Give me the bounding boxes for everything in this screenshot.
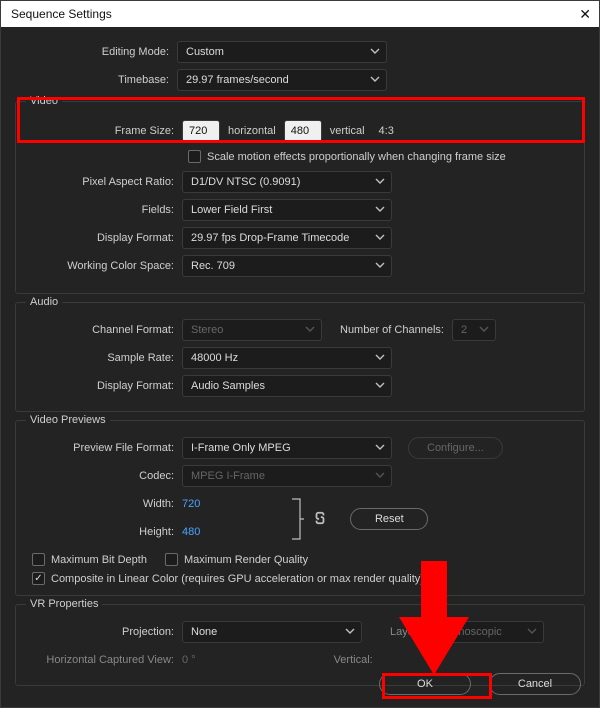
horizontal-label: horizontal: [228, 125, 276, 137]
chevron-down-icon: [375, 352, 385, 362]
preview-width-value[interactable]: 720: [182, 498, 200, 510]
aspect-ratio-label: 4:3: [379, 125, 394, 137]
hcv-value: 0 °: [182, 654, 196, 666]
preview-file-format-select[interactable]: I-Frame Only MPEG: [182, 437, 392, 459]
frame-height-input[interactable]: 480: [284, 120, 322, 142]
codec-select: MPEG I-Frame: [182, 465, 392, 487]
pixel-aspect-select[interactable]: D1/DV NTSC (0.9091): [182, 171, 392, 193]
audio-display-format-select[interactable]: Audio Samples: [182, 375, 392, 397]
configure-button: Configure...: [408, 437, 503, 459]
bracket-icon: [290, 497, 304, 541]
color-space-select[interactable]: Rec. 709: [182, 255, 392, 277]
fields-label: Fields:: [20, 204, 182, 216]
chevron-down-icon: [527, 626, 537, 636]
scale-motion-checkbox[interactable]: [188, 150, 201, 163]
vr-vertical-label: Vertical:: [334, 654, 373, 666]
vr-legend: VR Properties: [26, 598, 102, 610]
editing-mode-select[interactable]: Custom: [177, 41, 387, 63]
chevron-down-icon: [375, 380, 385, 390]
composite-linear-label: Composite in Linear Color (requires GPU …: [51, 573, 424, 585]
video-group: Video Frame Size: 720 horizontal 480 ver…: [15, 101, 585, 294]
max-render-quality-checkbox[interactable]: [165, 553, 178, 566]
audio-group: Audio Channel Format: Stereo Number of C…: [15, 302, 585, 412]
frame-size-label: Frame Size:: [20, 125, 182, 137]
close-icon[interactable]: ✕: [579, 6, 591, 23]
channel-format-label: Channel Format:: [20, 324, 182, 336]
dialog-footer: OK Cancel: [379, 673, 581, 695]
codec-label: Codec:: [20, 470, 182, 482]
chevron-down-icon: [375, 176, 385, 186]
video-display-format-label: Display Format:: [20, 232, 182, 244]
ok-button[interactable]: OK: [379, 673, 471, 695]
scale-motion-label: Scale motion effects proportionally when…: [207, 151, 506, 163]
max-bit-depth-label: Maximum Bit Depth: [51, 554, 147, 566]
layout-label: Layout:: [390, 626, 426, 638]
preview-width-label: Width:: [20, 498, 182, 510]
previews-legend: Video Previews: [26, 414, 110, 426]
chevron-down-icon: [375, 260, 385, 270]
editing-mode-label: Editing Mode:: [15, 46, 177, 58]
link-icon[interactable]: [314, 511, 326, 528]
fields-select[interactable]: Lower Field First: [182, 199, 392, 221]
composite-linear-checkbox[interactable]: [32, 572, 45, 585]
chevron-down-icon: [305, 324, 315, 334]
projection-label: Projection:: [20, 626, 182, 638]
preview-height-label: Height:: [20, 526, 182, 538]
projection-select[interactable]: None: [182, 621, 362, 643]
chevron-down-icon: [479, 324, 489, 334]
video-previews-group: Video Previews Preview File Format: I-Fr…: [15, 420, 585, 596]
vertical-label: vertical: [330, 125, 365, 137]
sequence-settings-window: Sequence Settings ✕ Editing Mode: Custom…: [0, 0, 600, 708]
chevron-down-icon: [370, 46, 380, 56]
chevron-down-icon: [345, 626, 355, 636]
layout-select: Monoscopic: [434, 621, 544, 643]
max-bit-depth-checkbox[interactable]: [32, 553, 45, 566]
sample-rate-label: Sample Rate:: [20, 352, 182, 364]
timebase-label: Timebase:: [15, 74, 177, 86]
num-channels-select: 2: [452, 319, 496, 341]
reset-button[interactable]: Reset: [350, 508, 428, 530]
video-legend: Video: [26, 95, 62, 107]
video-display-format-select[interactable]: 29.97 fps Drop-Frame Timecode: [182, 227, 392, 249]
color-space-label: Working Color Space:: [20, 260, 182, 272]
frame-width-input[interactable]: 720: [182, 120, 220, 142]
num-channels-label: Number of Channels:: [340, 324, 444, 336]
audio-display-format-label: Display Format:: [20, 380, 182, 392]
sample-rate-select[interactable]: 48000 Hz: [182, 347, 392, 369]
cancel-button[interactable]: Cancel: [489, 673, 581, 695]
chevron-down-icon: [375, 470, 385, 480]
hcv-label: Horizontal Captured View:: [20, 654, 182, 666]
chevron-down-icon: [370, 74, 380, 84]
preview-file-format-label: Preview File Format:: [20, 442, 182, 454]
window-title: Sequence Settings: [11, 7, 112, 21]
timebase-select[interactable]: 29.97 frames/second: [177, 69, 387, 91]
pixel-aspect-label: Pixel Aspect Ratio:: [20, 176, 182, 188]
audio-legend: Audio: [26, 296, 62, 308]
title-bar: Sequence Settings ✕: [1, 1, 599, 27]
preview-height-value[interactable]: 480: [182, 526, 200, 538]
chevron-down-icon: [375, 204, 385, 214]
chevron-down-icon: [375, 232, 385, 242]
chevron-down-icon: [375, 442, 385, 452]
channel-format-select: Stereo: [182, 319, 322, 341]
max-render-quality-label: Maximum Render Quality: [184, 554, 308, 566]
